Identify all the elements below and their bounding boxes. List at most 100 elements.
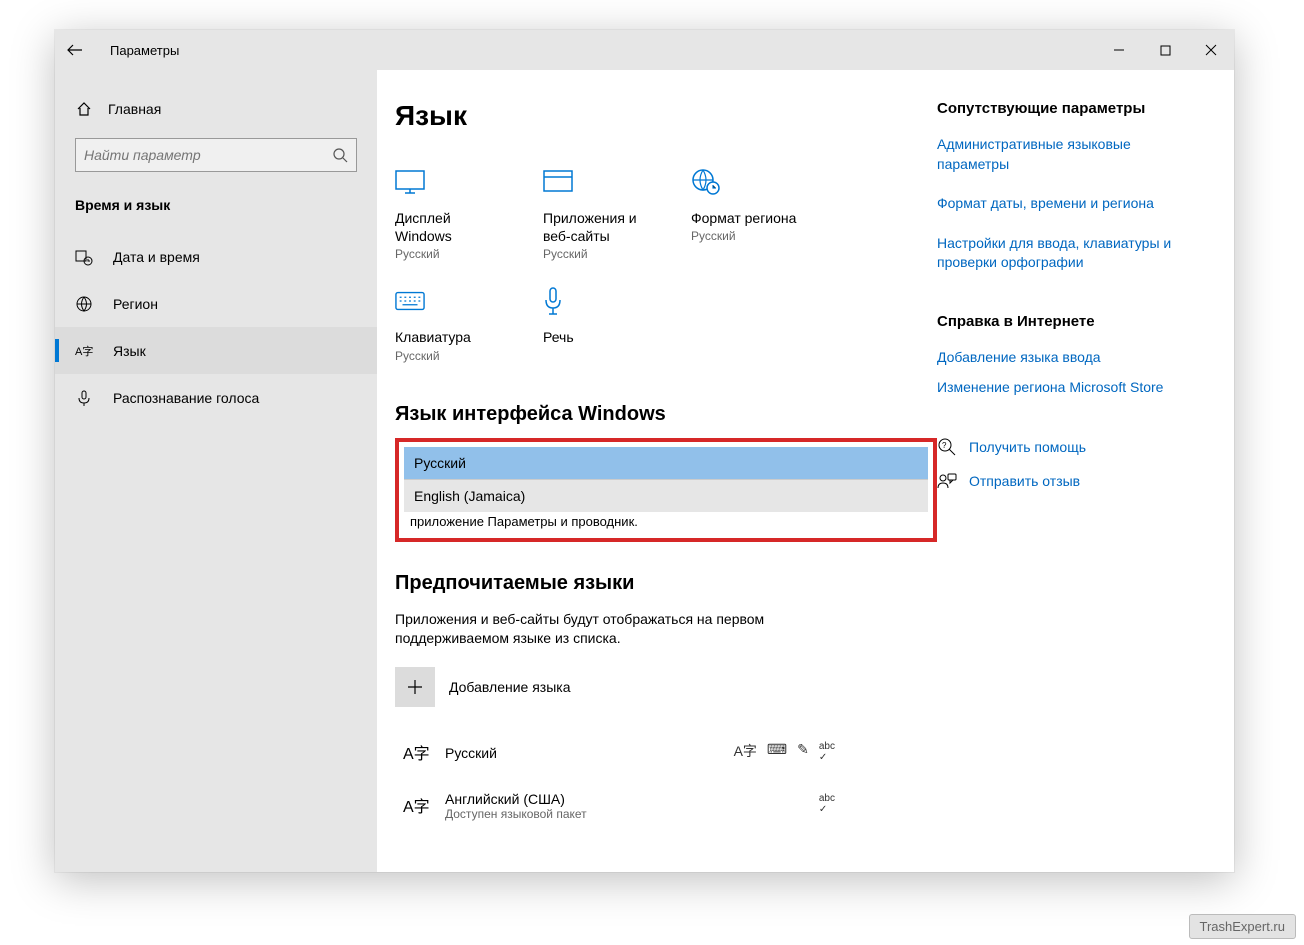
watermark: TrashExpert.ru (1189, 914, 1297, 939)
window-controls (1096, 30, 1234, 70)
sidebar-item-label: Распознавание голоса (113, 390, 259, 406)
language-name: Английский (США) (445, 791, 587, 807)
sidebar-item-label: Язык (113, 343, 146, 359)
tile-region-format[interactable]: Формат региона Русский (691, 167, 799, 261)
search-field[interactable] (84, 147, 332, 163)
back-arrow-icon (67, 42, 83, 58)
svg-text:A字: A字 (75, 344, 93, 358)
tile-label: Речь (543, 328, 651, 346)
web-help-title: Справка в Интернете (937, 313, 1204, 330)
feedback-icon (937, 471, 957, 491)
tile-sub: Русский (395, 349, 503, 363)
right-column: Сопутствующие параметры Административные… (937, 70, 1234, 872)
link-date-format[interactable]: Формат даты, времени и региона (937, 194, 1204, 214)
sidebar-item-speech[interactable]: Распознавание голоса (55, 374, 377, 421)
description-partial: приложение Параметры и проводник. (404, 512, 928, 533)
sidebar-item-date-time[interactable]: Дата и время (55, 233, 377, 280)
link-add-input-language[interactable]: Добавление языка ввода (937, 348, 1204, 368)
close-icon (1205, 44, 1217, 56)
link-change-store-region[interactable]: Изменение региона Microsoft Store (937, 378, 1204, 398)
category-title: Время и язык (55, 197, 377, 233)
language-glyph-icon: A字 (403, 739, 431, 767)
sidebar-item-region[interactable]: Регион (55, 280, 377, 327)
tile-apps[interactable]: Приложения и веб-сайты Русский (543, 167, 651, 261)
minimize-button[interactable] (1096, 30, 1142, 70)
window-title: Параметры (110, 43, 179, 58)
badge-handwriting-icon: ✎ (797, 741, 809, 763)
tile-keyboard[interactable]: Клавиатура Русский (395, 286, 503, 362)
sidebar-item-label: Дата и время (113, 249, 200, 265)
home-button[interactable]: Главная (55, 90, 377, 138)
add-language-row[interactable]: Добавление языка (395, 667, 937, 707)
minimize-icon (1113, 44, 1125, 56)
plus-icon (407, 679, 423, 695)
tile-label: Приложения и веб-сайты (543, 209, 651, 245)
badge-spellcheck-icon: abc✓ (819, 793, 835, 815)
add-language-button[interactable] (395, 667, 435, 707)
badge-tts-icon: ⌨ (767, 741, 787, 763)
language-name: Русский (445, 745, 497, 761)
globe-icon (75, 295, 93, 313)
feedback-label: Отправить отзыв (969, 473, 1080, 489)
link-admin-language[interactable]: Административные языковые параметры (937, 135, 1204, 174)
language-badges: abc✓ (819, 793, 835, 815)
calendar-clock-icon (75, 248, 93, 266)
microphone-icon (75, 389, 93, 407)
language-glyph-icon: A字 (403, 792, 431, 820)
monitor-icon (395, 167, 425, 197)
language-icon: A字 (75, 342, 93, 360)
display-language-dropdown[interactable]: Русский English (Jamaica) (404, 447, 928, 512)
tile-label: Дисплей Windows (395, 209, 503, 245)
keyboard-icon (395, 286, 425, 316)
language-badges: A字 ⌨ ✎ abc✓ (734, 741, 835, 763)
microphone-icon (543, 286, 573, 316)
preferred-description: Приложения и веб-сайты будут отображатьс… (395, 610, 835, 649)
globe-clock-icon (691, 167, 721, 197)
tile-speech[interactable]: Речь (543, 286, 651, 362)
close-button[interactable] (1188, 30, 1234, 70)
web-help-section: Справка в Интернете Добавление языка вво… (937, 313, 1204, 397)
related-settings-title: Сопутствующие параметры (937, 100, 1204, 117)
home-label: Главная (108, 101, 161, 117)
home-icon (75, 100, 93, 118)
link-typing-settings[interactable]: Настройки для ввода, клавиатуры и провер… (937, 234, 1204, 273)
maximize-icon (1160, 45, 1171, 56)
get-help-label: Получить помощь (969, 439, 1086, 455)
page-title: Язык (395, 100, 937, 132)
dropdown-option-english-jamaica[interactable]: English (Jamaica) (404, 480, 928, 512)
section-preferred-languages: Предпочитаемые языки (395, 572, 937, 595)
svg-text:?: ? (942, 441, 947, 450)
tile-sub: Русский (395, 247, 503, 261)
search-input[interactable] (75, 138, 357, 172)
settings-window: Параметры Главная (55, 30, 1234, 872)
maximize-button[interactable] (1142, 30, 1188, 70)
language-tiles: Дисплей Windows Русский Приложения и веб… (395, 167, 937, 363)
sidebar: Главная Время и язык Дата и время Регио (55, 70, 377, 872)
titlebar: Параметры (55, 30, 1234, 70)
dropdown-option-russian[interactable]: Русский (404, 447, 928, 480)
svg-text:A字: A字 (403, 745, 430, 763)
feedback-row[interactable]: Отправить отзыв (937, 471, 1204, 491)
svg-text:A字: A字 (403, 798, 430, 816)
window-body: Главная Время и язык Дата и время Регио (55, 70, 1234, 872)
window-icon (543, 167, 573, 197)
search-icon (332, 147, 348, 163)
back-button[interactable] (55, 30, 95, 70)
badge-spellcheck-icon: abc✓ (819, 741, 835, 763)
highlighted-dropdown-area: Русский English (Jamaica) приложение Пар… (395, 438, 937, 542)
get-help-row[interactable]: ? Получить помощь (937, 437, 1204, 457)
related-settings-section: Сопутствующие параметры Административные… (937, 100, 1204, 273)
tile-sub: Русский (691, 229, 799, 243)
language-row-russian[interactable]: A字 Русский A字 ⌨ ✎ abc✓ (395, 727, 835, 779)
language-row-english-us[interactable]: A字 Английский (США) Доступен языковой па… (395, 779, 835, 833)
tile-sub: Русский (543, 247, 651, 261)
section-display-language: Язык интерфейса Windows (395, 403, 937, 426)
sidebar-item-language[interactable]: A字 Язык (55, 327, 377, 374)
tile-display[interactable]: Дисплей Windows Русский (395, 167, 503, 261)
main-area: Язык Дисплей Windows Русский Приложения (377, 70, 1234, 872)
get-help-icon: ? (937, 437, 957, 457)
badge-display-icon: A字 (734, 741, 757, 763)
content: Язык Дисплей Windows Русский Приложения (377, 70, 937, 872)
tile-label: Клавиатура (395, 328, 503, 346)
add-language-label: Добавление языка (449, 679, 571, 695)
